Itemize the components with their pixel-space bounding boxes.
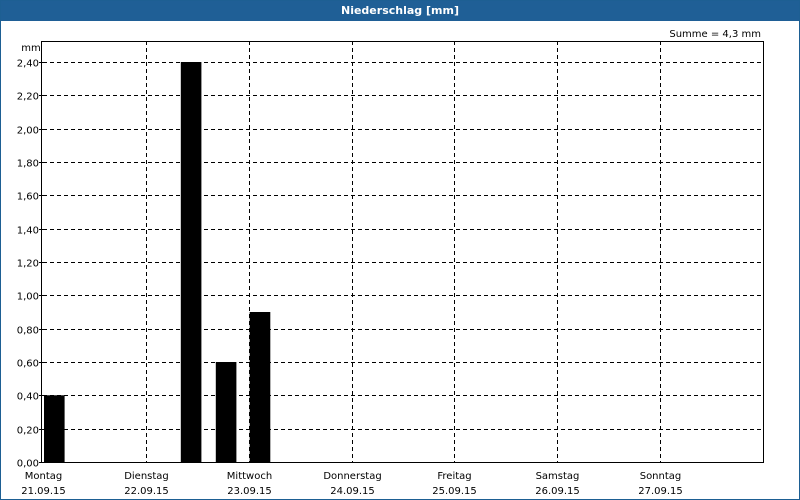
precipitation-chart: 0,00 0,20 0,40 0,60 0,80 1,00 1,20 1,40 1,60 1,80… bbox=[17, 29, 764, 497]
y-tick-label: 1,20 bbox=[17, 259, 39, 270]
y-tick-label: 0,00 bbox=[17, 459, 39, 470]
sum-label: Summe = 4,3 mm bbox=[669, 29, 761, 40]
precipitation-bar bbox=[249, 312, 271, 462]
x-tick-date: 21.09.15 bbox=[21, 486, 66, 497]
x-tick-weekday: Freitag bbox=[437, 471, 471, 482]
precipitation-bar bbox=[44, 395, 65, 462]
y-tick-label: 1,40 bbox=[17, 226, 39, 237]
x-tick-weekday: Sonntag bbox=[640, 471, 682, 482]
y-tick-label: 0,20 bbox=[17, 426, 39, 437]
x-tick-weekday: Montag bbox=[25, 471, 62, 482]
x-tick-date: 23.09.15 bbox=[227, 486, 272, 497]
plot-area-border bbox=[41, 41, 764, 463]
x-tick-weekday: Dienstag bbox=[124, 471, 169, 482]
y-axis-unit-label: mm bbox=[21, 43, 40, 54]
precipitation-bar bbox=[215, 362, 237, 462]
grid-lines bbox=[43, 41, 763, 462]
x-tick-weekday: Samstag bbox=[536, 471, 580, 482]
y-tick-label: 0,40 bbox=[17, 392, 39, 403]
precipitation-bar bbox=[180, 62, 202, 462]
y-tick-label: 2,40 bbox=[17, 59, 39, 70]
x-tick-date: 22.09.15 bbox=[124, 486, 169, 497]
y-tick-label: 1,60 bbox=[17, 192, 39, 203]
x-tick-date: 24.09.15 bbox=[330, 486, 375, 497]
y-tick-label: 0,60 bbox=[17, 359, 39, 370]
x-axis-ticks: Montag 21.09.15 Dienstag 22.09.15 Mittwoch 23… bbox=[21, 471, 683, 497]
x-tick-weekday: Mittwoch bbox=[227, 471, 272, 482]
x-tick-date: 27.09.15 bbox=[638, 486, 683, 497]
x-tick-date: 26.09.15 bbox=[535, 486, 580, 497]
x-tick-date: 25.09.15 bbox=[432, 486, 477, 497]
y-tick-label: 2,20 bbox=[17, 92, 39, 103]
y-tick-label: 2,00 bbox=[17, 126, 39, 137]
y-axis-ticks: 0,00 0,20 0,40 0,60 0,80 1,00 1,20 1,40 1,60 1,80… bbox=[17, 59, 43, 470]
y-tick-label: 1,80 bbox=[17, 159, 39, 170]
chart-window: Niederschlag [mm] 0,00 0,20 0,40 0,60 0,80 1,… bbox=[0, 0, 800, 500]
y-tick-label: 0,80 bbox=[17, 326, 39, 337]
x-tick-weekday: Donnerstag bbox=[323, 471, 381, 482]
y-tick-label: 1,00 bbox=[17, 292, 39, 303]
